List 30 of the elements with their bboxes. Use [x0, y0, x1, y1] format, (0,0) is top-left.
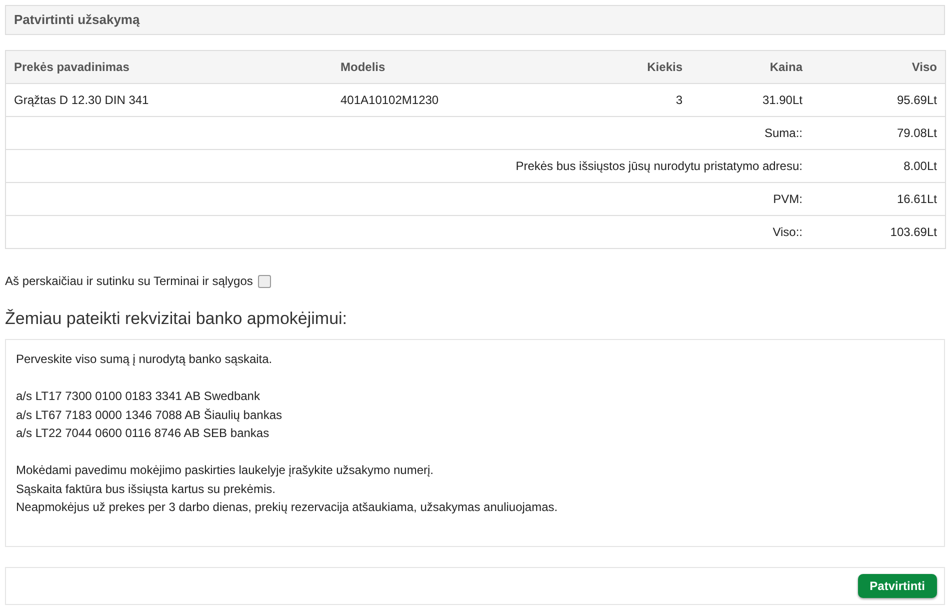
info-line: Mokėdami pavedimu mokėjimo paskirties laukelyje įrašykite užsakymo numerį.: [16, 463, 434, 477]
terms-checkbox[interactable]: [258, 274, 271, 288]
total-label: Suma::: [764, 126, 802, 140]
table-cell: 401A10102M1230: [340, 93, 439, 107]
total-value: 8.00Lt: [904, 159, 937, 173]
total-label: Prekės bus išsiųstos jūsų nurodytu pristatymo adresu:: [516, 159, 802, 173]
total-value: 103.69Lt: [890, 225, 937, 239]
table-cell: 31.90Lt: [762, 93, 802, 107]
total-value: 79.08Lt: [896, 126, 937, 140]
panel-title: Patvirtinti užsakymą: [14, 11, 140, 30]
info-line: Perveskite viso sumą į nurodytą banko sąskaita.: [16, 352, 272, 366]
column-header: Prekės pavadinimas: [14, 60, 130, 74]
info-line: a/s LT17 7300 0100 0183 3341 AB Swedbank: [16, 389, 260, 403]
info-line: Neapmokėjus už prekes per 3 darbo dienas, prekių rezervacija atšaukiama, užsakymas anuliuojamas.: [16, 500, 558, 514]
confirm-button[interactable]: Patvirtinti: [858, 574, 937, 598]
table-cell: 3: [676, 93, 682, 107]
column-header: Viso: [912, 60, 937, 74]
bank-heading: Žemiau pateikti rekvizitai banko apmokėjimui:: [5, 309, 348, 329]
terms-label: Aš perskaičiau ir sutinku su Terminai ir sąlygos: [5, 273, 253, 290]
column-header: Kaina: [770, 60, 802, 74]
info-line: a/s LT22 7044 0600 0116 8746 AB SEB bankas: [16, 426, 270, 440]
column-header: Kiekis: [647, 60, 682, 74]
total-label: PVM:: [773, 192, 802, 206]
info-line: a/s LT67 7183 0000 1346 7088 AB Šiaulių bankas: [16, 408, 282, 422]
total-label: Viso::: [772, 225, 802, 239]
table-cell: Grąžtas D 12.30 DIN 341: [14, 93, 149, 107]
info-line: Sąskaita faktūra bus išsiųsta kartus su prekėmis.: [16, 482, 276, 496]
total-value: 16.61Lt: [896, 192, 937, 206]
table-cell: 95.69Lt: [896, 93, 937, 107]
column-header: Modelis: [340, 60, 386, 74]
